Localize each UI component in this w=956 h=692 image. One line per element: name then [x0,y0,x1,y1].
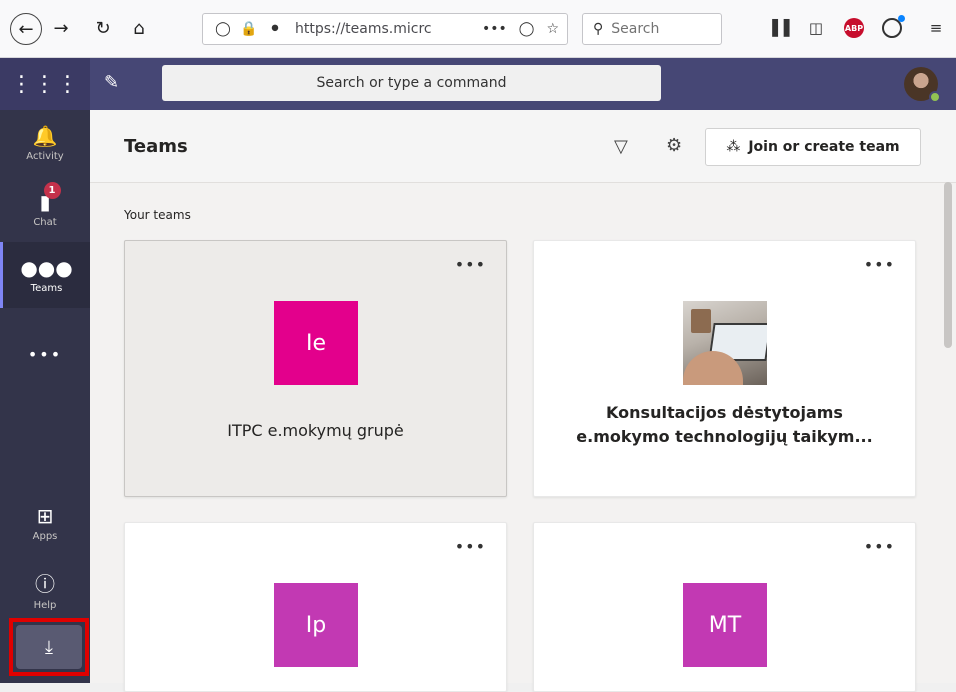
pocket-icon[interactable]: ◯ [519,21,535,37]
more-options-icon[interactable]: ••• [455,255,486,274]
url-bar[interactable]: ◯ 🔒 ⚫ https://teams.micrc ••• ◯ ☆ [202,13,568,45]
adblock-label: ABP [844,18,864,38]
bookmark-star-icon[interactable]: ☆ [546,21,559,37]
shield-icon: ◯ [215,21,231,37]
team-card[interactable]: ••• Ie ITPC e.mokymų grupė [124,240,507,497]
app-launcher-icon[interactable]: ⋮⋮⋮ [0,58,90,110]
more-options-icon[interactable]: ••• [864,537,895,556]
rail-item-activity[interactable]: 🔔 Activity [0,110,90,176]
page-actions-icon[interactable]: ••• [482,21,507,37]
apps-icon: ⊞ [36,504,54,528]
team-name-line2: e.mokymo technologijų taikym... [576,427,873,446]
rail-label-apps: Apps [32,531,58,542]
rail-item-help[interactable]: ⓘ Help [0,556,90,622]
sidebar-icon[interactable]: ◫ [802,13,830,43]
team-name: ITPC e.mokymų grupė [227,421,404,440]
browser-search-input[interactable]: ⚲ Search [582,13,722,45]
main-header: Teams ▽ ⚙ ⁂ Join or create team [90,110,956,183]
chat-icon: ▮ 1 [39,182,61,214]
new-chat-icon[interactable]: ✎ [104,72,119,93]
more-apps-icon[interactable]: ••• [0,334,90,374]
download-icon: ⤓ [16,625,82,669]
teams-header: ⋮⋮⋮ ✎ Search or type a command [0,58,956,110]
team-tile: Ie [274,301,358,385]
team-card[interactable]: ••• MT [533,522,916,692]
teams-icon: ●●● [20,256,73,280]
command-search-placeholder: Search or type a command [316,75,507,91]
command-search-input[interactable]: Search or type a command [162,65,661,101]
join-or-create-team-button[interactable]: ⁂ Join or create team [705,128,921,166]
browser-search-placeholder: Search [611,21,660,37]
team-name: Konsultacijos dėstytojams e.mokymo techn… [534,401,915,449]
team-card[interactable]: ••• Ip [124,522,507,692]
team-tile: Ip [274,583,358,667]
browser-toolbar: ← → ↻ ⌂ ◯ 🔒 ⚫ https://teams.micrc ••• ◯ … [0,0,956,58]
rail-item-chat[interactable]: ▮ 1 Chat [0,176,90,242]
adblock-icon[interactable]: ABP [840,13,868,43]
url-text: https://teams.micrc [295,21,432,37]
join-button-label: Join or create team [748,139,900,155]
rail-item-teams[interactable]: ●●● Teams [0,242,90,308]
rail-label-teams: Teams [30,283,63,294]
reload-icon[interactable]: ↻ [88,13,118,43]
account-icon[interactable] [878,13,906,43]
download-desktop-app-button[interactable]: ⤓ [9,618,89,676]
team-name-line1: Konsultacijos dėstytojams [606,403,843,422]
page-title: Teams [124,136,188,157]
filter-icon[interactable]: ▽ [614,136,628,157]
bell-icon: 🔔 [32,124,58,148]
forward-arrow-icon[interactable]: → [46,13,76,43]
add-people-icon: ⁂ [726,139,741,155]
teams-main: Teams ▽ ⚙ ⁂ Join or create team Your tea… [90,110,956,692]
rail-label-help: Help [33,599,57,611]
search-icon: ⚲ [593,21,604,37]
permissions-icon: ⚫ [269,21,281,37]
team-photo [683,301,767,385]
scrollbar[interactable] [944,182,952,348]
team-card[interactable]: ••• Konsultacijos dėstytojams e.mokymo t… [533,240,916,497]
more-options-icon[interactable]: ••• [455,537,486,556]
section-label: Your teams [124,208,191,222]
rail-item-apps[interactable]: ⊞ Apps [0,490,90,556]
chat-unread-badge: 1 [43,182,61,199]
lock-icon: 🔒 [240,21,258,37]
more-options-icon[interactable]: ••• [864,255,895,274]
home-icon[interactable]: ⌂ [124,13,154,43]
rail-label-chat: Chat [33,217,57,228]
hamburger-menu-icon[interactable]: ≡ [922,13,950,43]
app-rail: 🔔 Activity ▮ 1 Chat ●●● Teams ••• ⊞ Apps … [0,110,90,683]
presence-available-icon [929,91,941,103]
help-icon: ⓘ [35,571,55,596]
rail-label-activity: Activity [26,151,64,162]
back-arrow-icon[interactable]: ← [10,13,42,45]
team-tile: MT [683,583,767,667]
library-icon[interactable]: ▐▐ [764,13,792,43]
gear-icon[interactable]: ⚙ [666,135,682,156]
